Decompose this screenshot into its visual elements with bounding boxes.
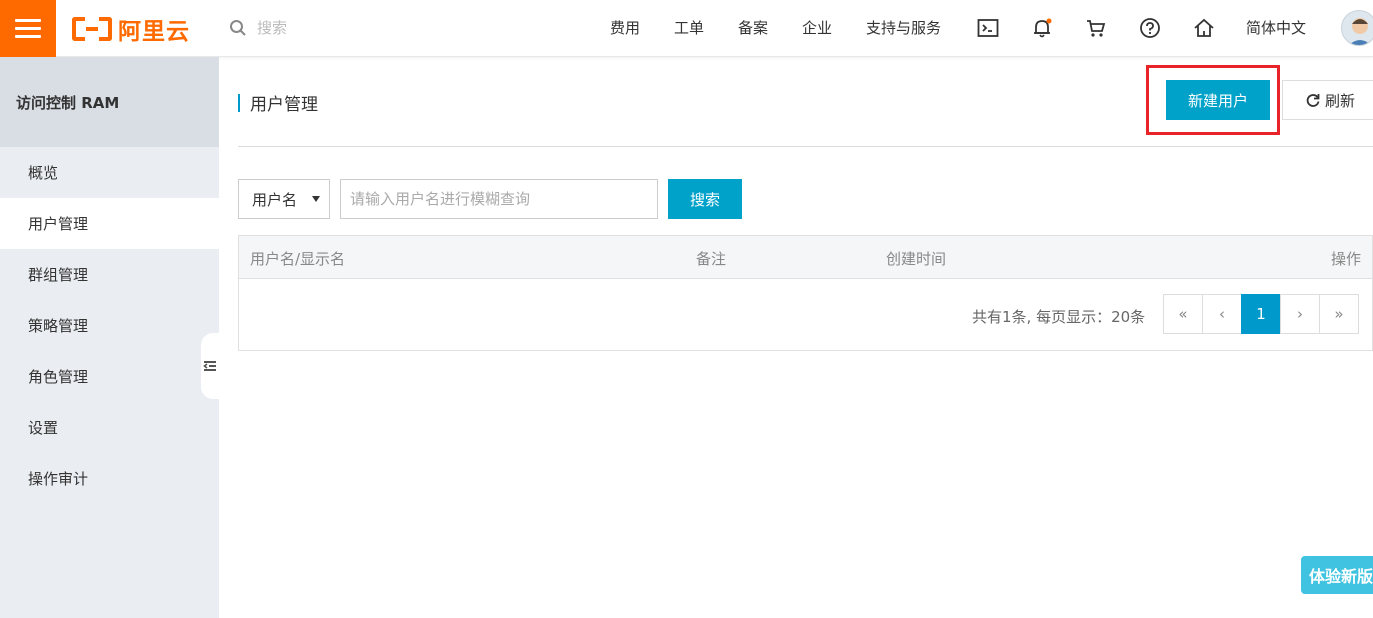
search-icon: [230, 19, 246, 36]
page-title: 用户管理: [250, 95, 318, 115]
table-header: 用户名/显示名 备注 创建时间 操作: [239, 236, 1372, 279]
pagination: « ‹ 1 › »: [1163, 294, 1359, 334]
refresh-label: 刷新: [1324, 92, 1355, 110]
sidebar-item-groups[interactable]: 群组管理: [0, 249, 219, 300]
column-header-actions: 操作: [1331, 250, 1362, 268]
sidebar-item-roles[interactable]: 角色管理: [0, 351, 219, 402]
sidebar-item-users[interactable]: 用户管理: [0, 198, 219, 249]
try-new-version-button[interactable]: 体验新版: [1301, 556, 1373, 594]
column-header-remark: 备注: [696, 250, 727, 268]
page-header: 用户管理: [238, 90, 318, 115]
language-switch[interactable]: 简体中文: [1246, 17, 1306, 38]
global-search-placeholder: 搜索: [257, 19, 288, 37]
username-search-input[interactable]: [340, 179, 658, 219]
title-accent-bar: [238, 93, 240, 112]
logo-text: 阿里云: [118, 19, 190, 45]
users-table: 用户名/显示名 备注 创建时间 操作 共有1条, 每页显示：20条 « ‹ 1 …: [238, 235, 1373, 351]
sidebar: 访问控制 RAM 概览 用户管理 群组管理 策略管理 角色管理 设置 操作审计: [0, 57, 219, 618]
sidebar-item-policies[interactable]: 策略管理: [0, 300, 219, 351]
sidebar-collapse-icon[interactable]: [201, 333, 219, 399]
column-header-created-time: 创建时间: [886, 250, 947, 268]
new-user-button[interactable]: 新建用户: [1166, 80, 1270, 120]
page-1-button[interactable]: 1: [1241, 294, 1281, 334]
nav-support[interactable]: 支持与服务: [866, 17, 941, 38]
header-divider: [238, 146, 1373, 147]
help-icon[interactable]: [1138, 16, 1162, 40]
home-icon[interactable]: [1192, 16, 1216, 40]
sidebar-item-overview[interactable]: 概览: [0, 147, 219, 198]
refresh-button[interactable]: 刷新: [1282, 80, 1373, 120]
menu-icon[interactable]: [0, 0, 56, 57]
caret-down-icon: [312, 196, 320, 202]
next-page-button[interactable]: ›: [1280, 294, 1320, 334]
sidebar-item-settings[interactable]: 设置: [0, 402, 219, 453]
search-button[interactable]: 搜索: [668, 179, 742, 219]
refresh-icon: [1306, 94, 1320, 107]
logo-mark-icon: [72, 17, 112, 41]
nav-billing[interactable]: 费用: [610, 17, 640, 38]
aliyun-logo[interactable]: 阿里云: [72, 13, 190, 45]
sidebar-title: 访问控制 RAM: [0, 57, 219, 147]
first-page-button[interactable]: «: [1163, 294, 1203, 334]
nav-icp-filing[interactable]: 备案: [738, 17, 768, 38]
global-search[interactable]: 搜索: [229, 17, 287, 38]
prev-page-button[interactable]: ‹: [1202, 294, 1242, 334]
column-header-username: 用户名/显示名: [250, 250, 346, 268]
pagination-info: 共有1条, 每页显示：20条: [972, 308, 1146, 326]
nav-enterprise[interactable]: 企业: [802, 17, 832, 38]
main-content: 用户管理 新建用户 刷新 用户名 搜索 用户名/显示名 备注 创建时间 操作 共…: [219, 57, 1373, 618]
avatar[interactable]: [1341, 10, 1373, 46]
terminal-icon[interactable]: [976, 16, 1000, 40]
nav-tickets[interactable]: 工单: [674, 17, 704, 38]
top-navigation-bar: 阿里云 搜索 费用 工单 备案 企业 支持与服务 简体中文: [0, 0, 1373, 57]
cart-icon[interactable]: [1084, 16, 1108, 40]
filter-field-select[interactable]: 用户名: [238, 179, 330, 219]
last-page-button[interactable]: »: [1319, 294, 1359, 334]
bell-icon[interactable]: [1030, 16, 1054, 40]
sidebar-item-audit[interactable]: 操作审计: [0, 453, 219, 504]
filter-field-value: 用户名: [252, 190, 298, 209]
